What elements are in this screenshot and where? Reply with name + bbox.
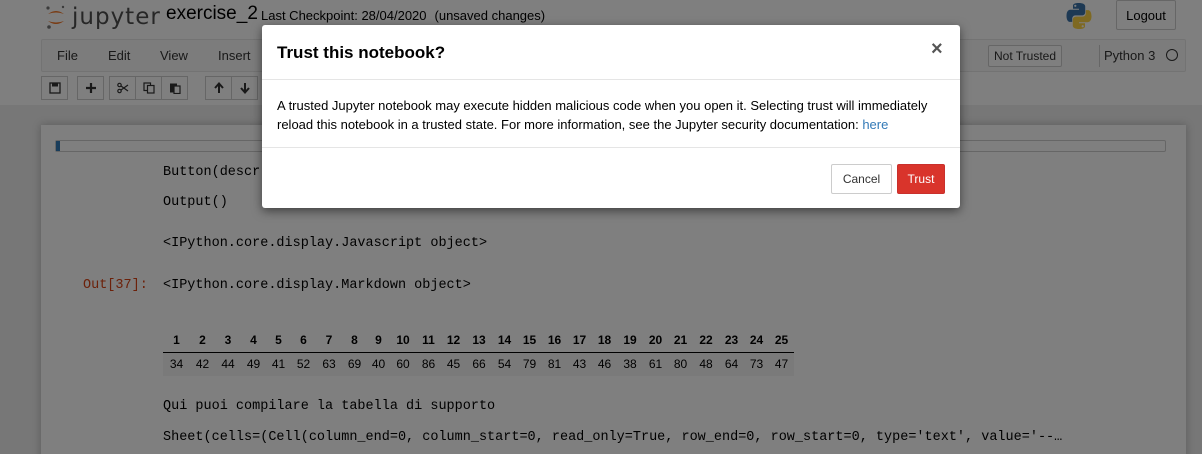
- cancel-button[interactable]: Cancel: [831, 164, 892, 194]
- dialog-body-line-2: reload this notebook in a trusted state.…: [277, 117, 863, 132]
- close-icon[interactable]: ×: [931, 39, 943, 59]
- dialog-header: Trust this notebook? ×: [262, 25, 960, 80]
- dialog-title: Trust this notebook?: [277, 43, 446, 62]
- dialog-body: A trusted Jupyter notebook may execute h…: [277, 96, 947, 134]
- dialog-footer: Cancel Trust: [262, 147, 960, 208]
- security-docs-link[interactable]: here: [862, 117, 888, 132]
- trust-notebook-dialog: Trust this notebook? × A trusted Jupyter…: [262, 25, 960, 208]
- trust-button[interactable]: Trust: [897, 164, 945, 194]
- dialog-body-line-1: A trusted Jupyter notebook may execute h…: [277, 98, 928, 113]
